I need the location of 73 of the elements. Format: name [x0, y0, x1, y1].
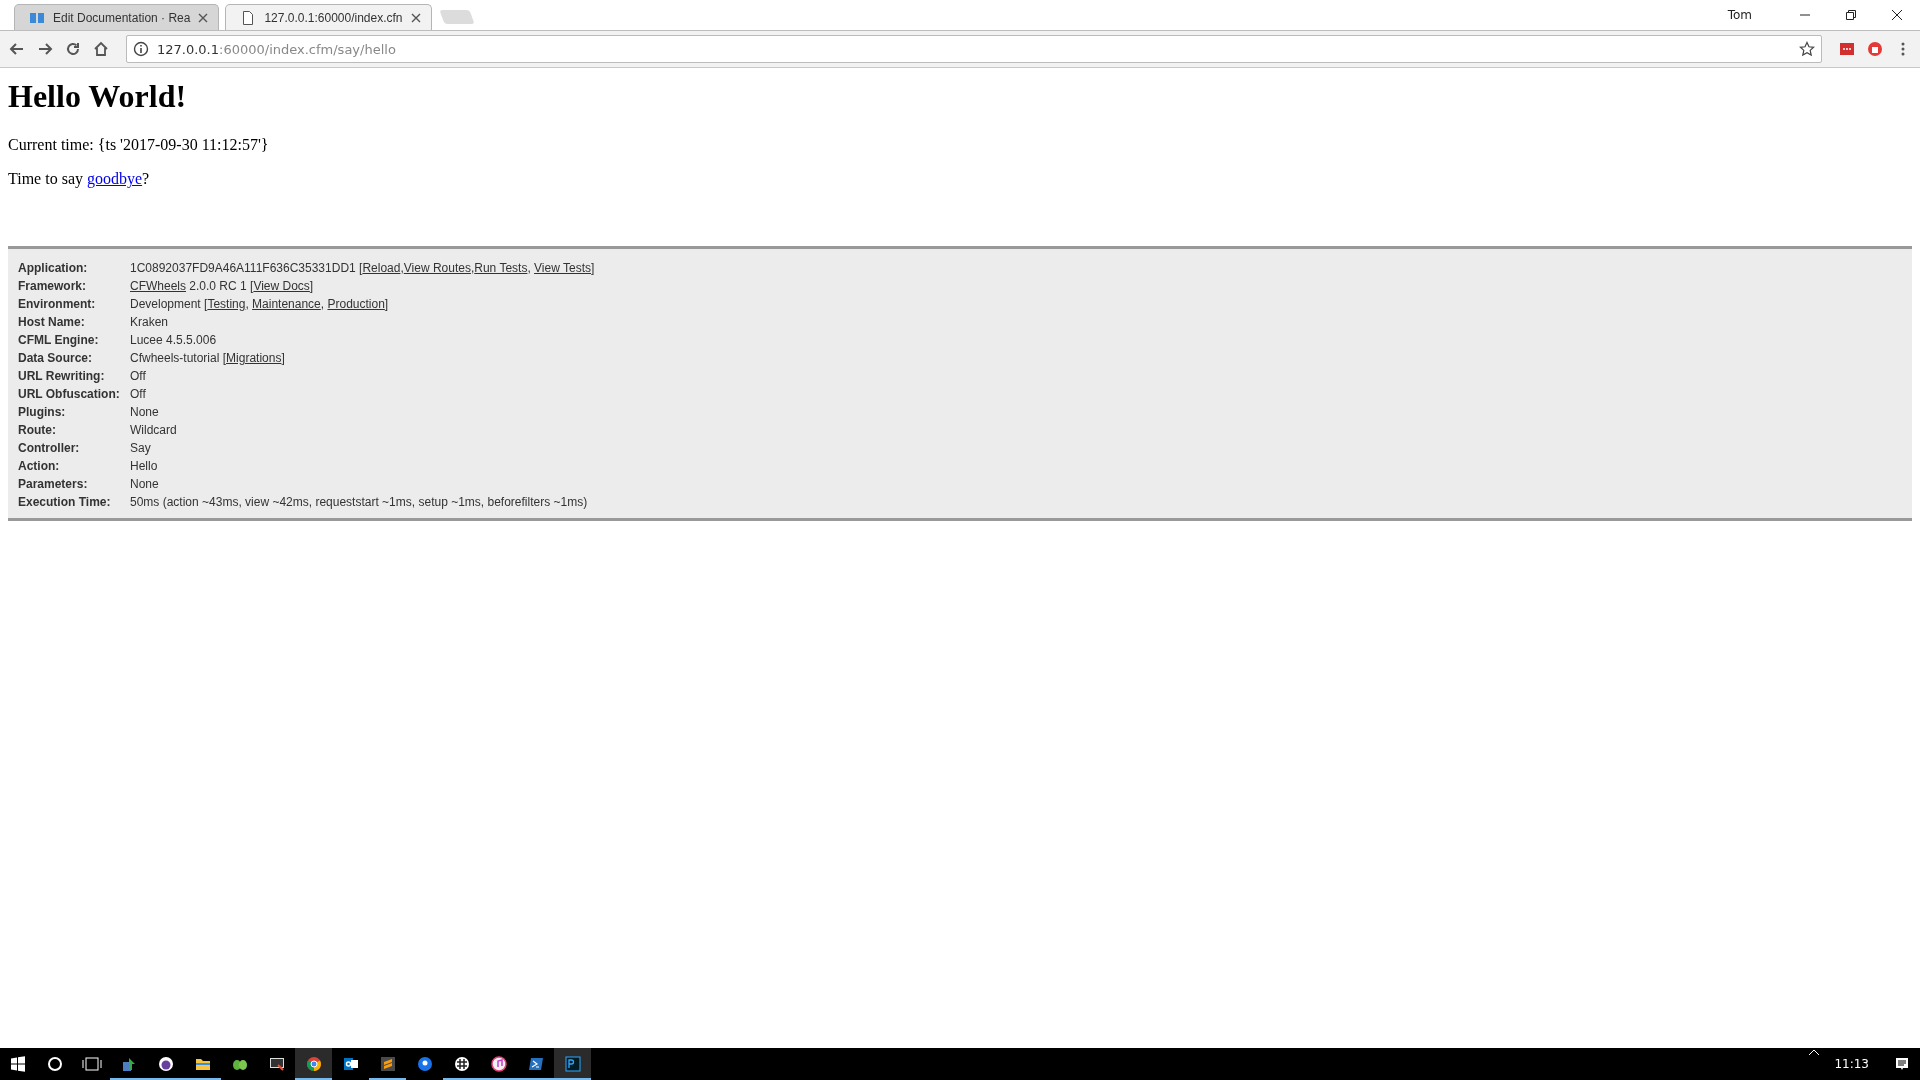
- reload-icon[interactable]: [65, 41, 81, 57]
- close-icon[interactable]: [1891, 9, 1903, 21]
- forward-icon[interactable]: [37, 41, 53, 57]
- info-label: Execution Time:: [18, 495, 112, 510]
- hash-icon: [453, 1056, 470, 1072]
- info-value: Hello: [130, 459, 159, 474]
- image-editor-icon: [564, 1056, 581, 1072]
- taskbar-app[interactable]: [295, 1048, 332, 1080]
- page-heading: Hello World!: [8, 78, 188, 115]
- link[interactable]: Maintenance: [252, 297, 321, 311]
- link[interactable]: View Routes: [403, 261, 471, 275]
- folder-icon: [194, 1056, 211, 1072]
- link[interactable]: View Docs: [253, 279, 310, 293]
- link[interactable]: Production: [327, 297, 385, 311]
- windows-icon[interactable]: [10, 1056, 26, 1072]
- taskbar-app[interactable]: [554, 1048, 591, 1080]
- info-label: Data Source:: [18, 351, 94, 366]
- paragraph: Current time: {ts '2017-09-30 11:12:57'}: [8, 136, 270, 154]
- info-value: Cfwheels-tutorial [Migrations]: [130, 351, 286, 366]
- chevron-up-icon[interactable]: [1808, 1048, 1821, 1056]
- info-label: Action:: [18, 459, 61, 474]
- info-label: Parameters:: [18, 477, 89, 492]
- info-value: Wildcard: [130, 423, 178, 438]
- search-icon[interactable]: [46, 1056, 63, 1072]
- info-label: CFML Engine:: [18, 333, 100, 348]
- notification-icon[interactable]: [1893, 1056, 1910, 1072]
- info-value: Lucee 4.5.5.006: [130, 333, 218, 348]
- star-icon[interactable]: [1799, 41, 1815, 57]
- browser-icon: [305, 1056, 322, 1072]
- info-label: Application:: [18, 261, 89, 276]
- home-icon[interactable]: [93, 41, 109, 57]
- close-icon[interactable]: [410, 12, 421, 23]
- network-icon: [120, 1056, 137, 1072]
- info-label: Controller:: [18, 441, 81, 456]
- link[interactable]: goodbye: [87, 170, 143, 187]
- link[interactable]: View Tests: [534, 261, 591, 275]
- app-icon: [157, 1056, 174, 1072]
- info-icon: [133, 41, 149, 57]
- restore-icon[interactable]: [1845, 9, 1857, 21]
- task-view-icon[interactable]: [81, 1056, 102, 1072]
- user-name[interactable]: Tom: [1727, 8, 1752, 22]
- info-label: Plugins:: [18, 405, 67, 420]
- info-value: 50ms (action ~43ms, view ~42ms, requeststart ~1ms, setup ~1ms, beforefilters ~1ms): [130, 495, 589, 510]
- clock[interactable]: 11:13: [1834, 1057, 1869, 1071]
- info-value: None: [130, 477, 160, 492]
- music-icon: [490, 1056, 507, 1072]
- extension-icon[interactable]: [1839, 41, 1855, 57]
- info-value: Kraken: [130, 315, 170, 330]
- address-bar[interactable]: 127.0.0.1:60000/index.cfm/say/hello: [126, 35, 1822, 63]
- mail-icon: [342, 1056, 359, 1072]
- info-value: Say: [130, 441, 152, 456]
- terminal-icon: [527, 1056, 544, 1072]
- info-value: Development [Testing, Maintenance, Production]: [130, 297, 390, 312]
- info-label: URL Rewriting:: [18, 369, 106, 384]
- back-icon[interactable]: [9, 41, 25, 57]
- info-value: 1C0892037FD9A46A111F636C35331DD1 [Reload,View Routes,Run Tests, View Tests]: [130, 261, 595, 276]
- location-pin-icon: [416, 1056, 433, 1072]
- info-label: Host Name:: [18, 315, 86, 330]
- menu-icon[interactable]: [1901, 41, 1905, 57]
- info-label: Environment:: [18, 297, 97, 312]
- editor-icon: [379, 1056, 396, 1072]
- browser-tab[interactable]: 127.0.0.1:60000/index.cfn: [225, 4, 432, 30]
- info-value: Off: [130, 387, 147, 402]
- info-value: None: [130, 405, 160, 420]
- link[interactable]: CFWheels: [130, 279, 186, 293]
- browser-tab[interactable]: Edit Documentation · Rea: [14, 4, 220, 30]
- monitor-icon: [268, 1056, 285, 1072]
- info-value: CFWheels 2.0.0 RC 1 [View Docs]: [130, 279, 315, 294]
- paragraph: Time to say goodbye?: [8, 170, 151, 188]
- info-value: Off: [130, 369, 147, 384]
- info-label: Route:: [18, 423, 57, 438]
- info-label: URL Obfuscation:: [18, 387, 121, 402]
- info-label: Framework:: [18, 279, 88, 294]
